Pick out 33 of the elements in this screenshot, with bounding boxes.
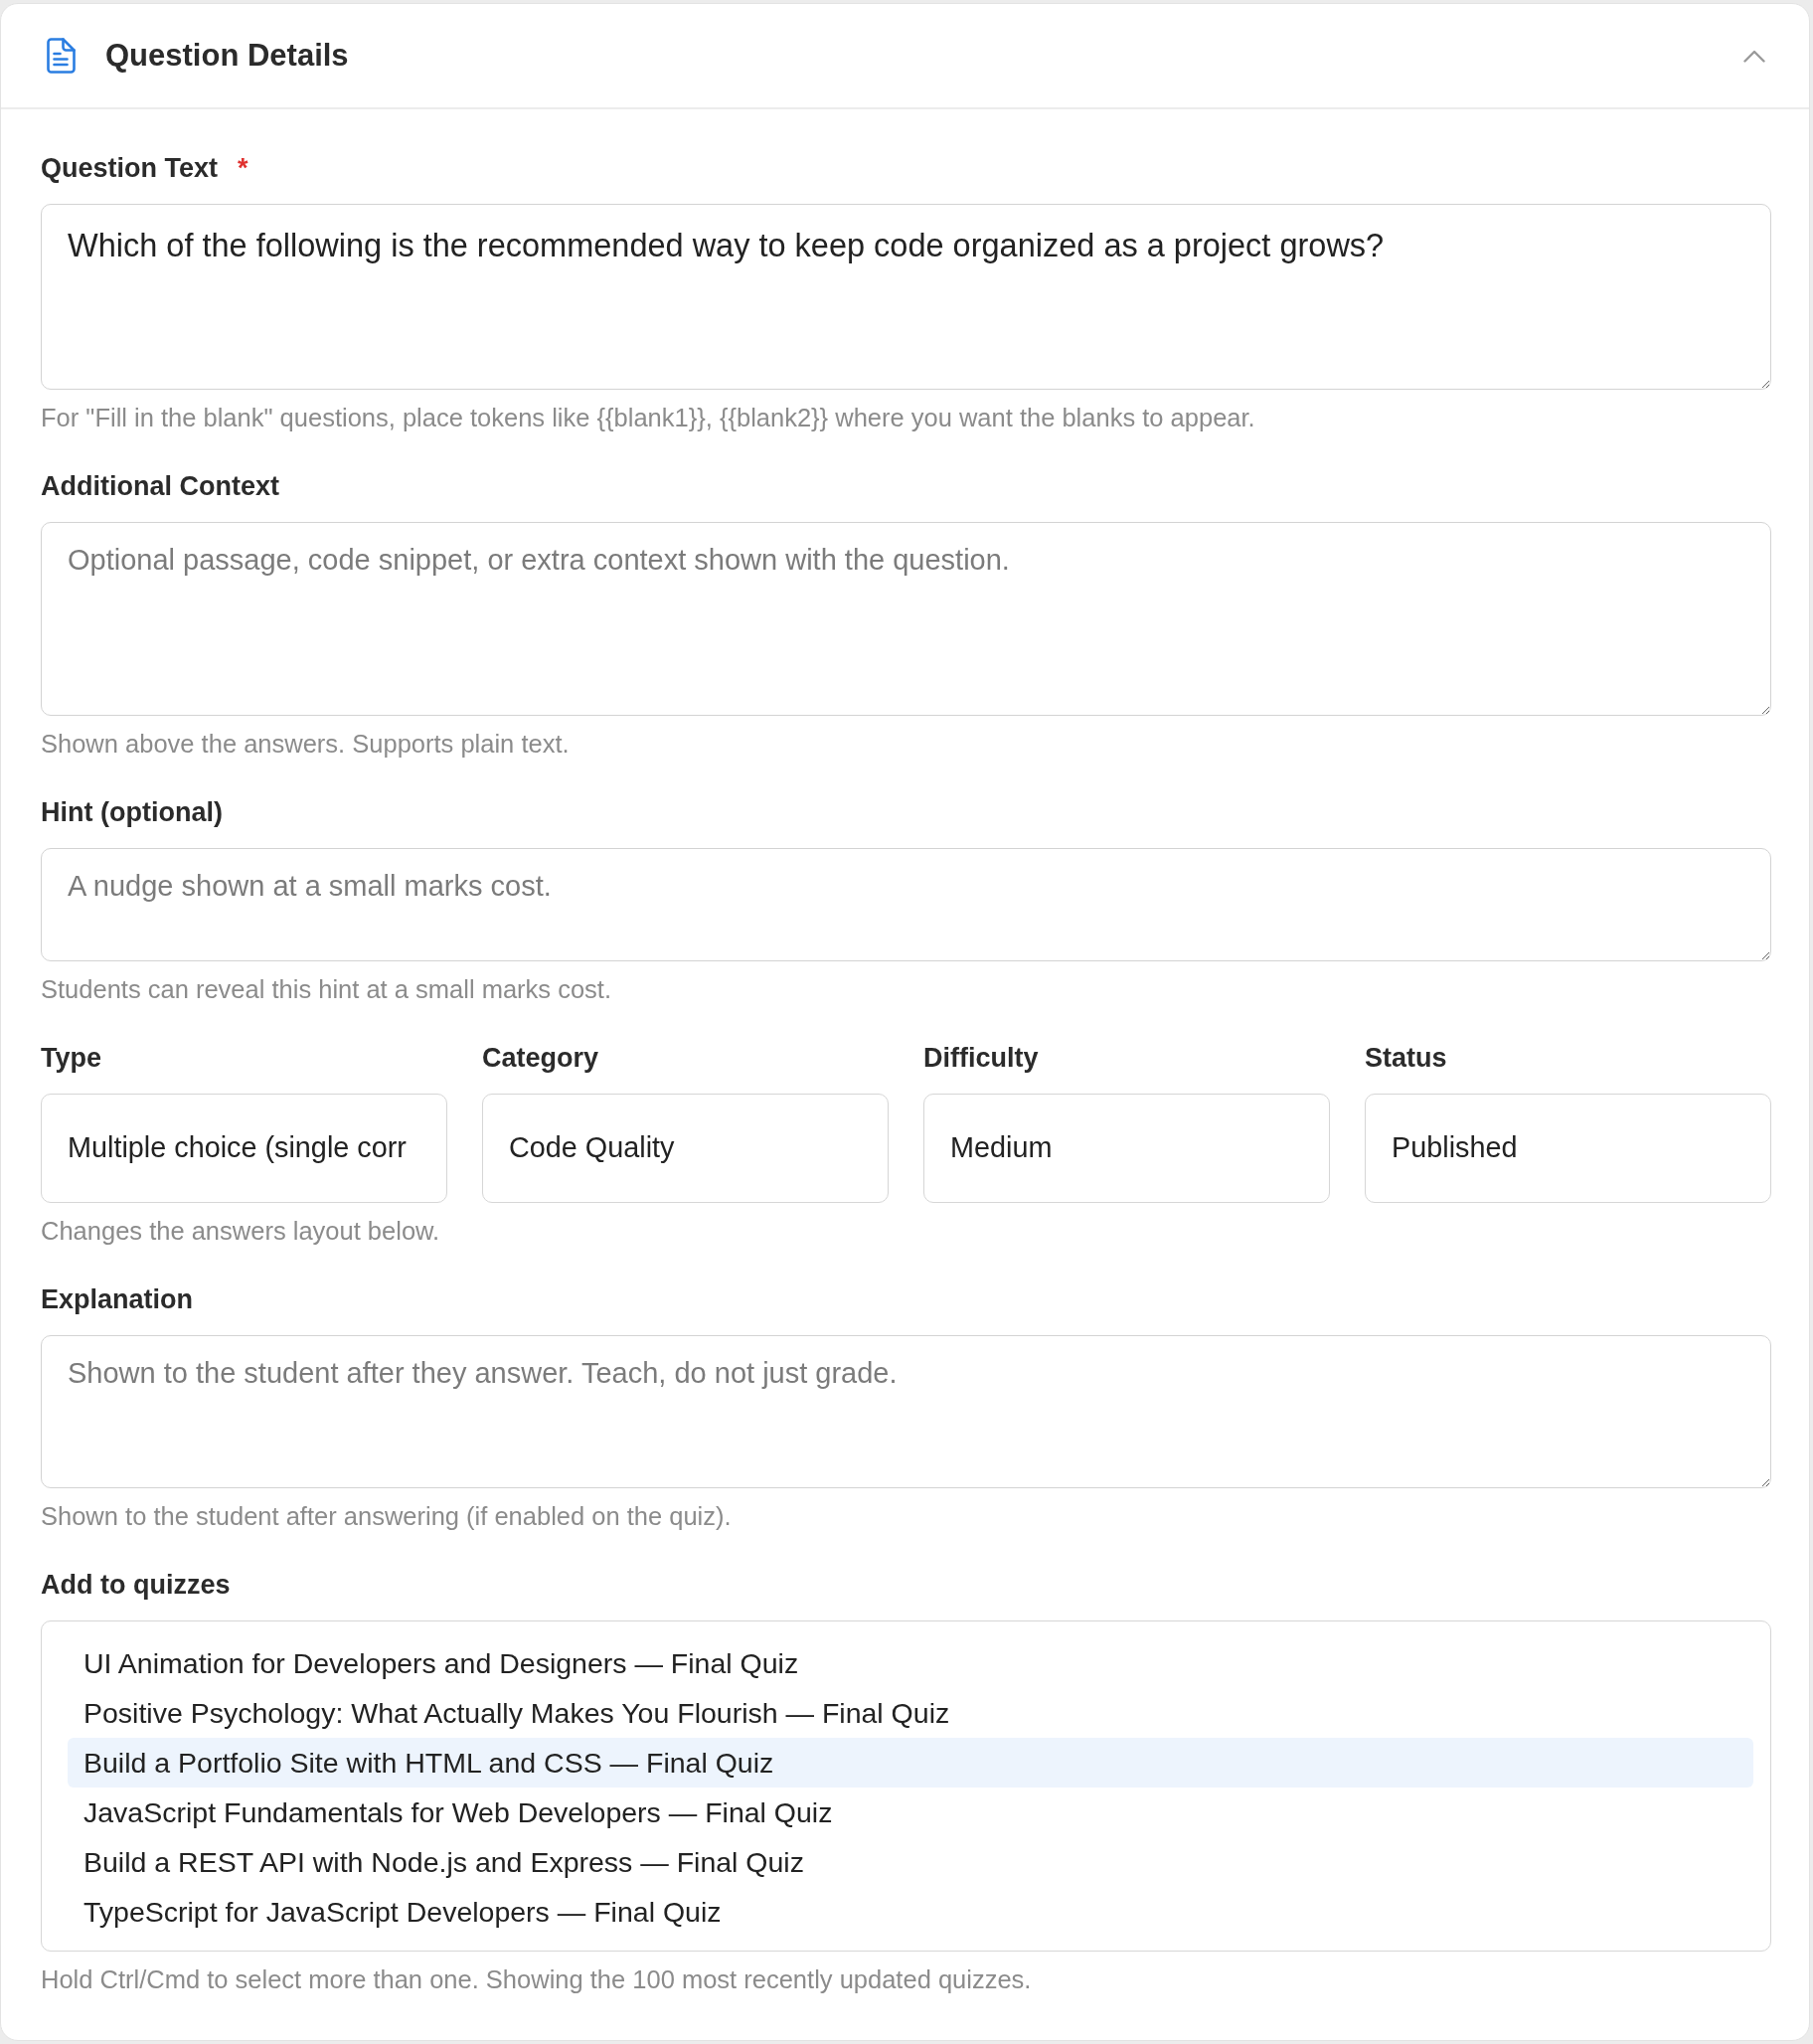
quiz-option[interactable]: UI Animation for Developers and Designers — Final Quiz: [68, 1638, 1753, 1688]
required-asterisk: *: [238, 152, 248, 184]
explanation-text-field[interactable]: Shown to the student after they answer. Teach, do not just grade.: [41, 1335, 1771, 1488]
select-field[interactable]: Multiple choice (single corr: [41, 1094, 447, 1203]
hint-text-field[interactable]: A nudge shown at a small marks cost.: [41, 848, 1771, 961]
field-label: Question Text: [41, 152, 219, 184]
field-label: Hint (optional): [41, 796, 223, 828]
question-text-field[interactable]: Which of the following is the recommended way to keep code organized as a project grows?: [41, 204, 1771, 390]
context-text-field[interactable]: Optional passage, code snippet, or extra context shown with the question.: [41, 522, 1771, 716]
select-field[interactable]: Published: [1365, 1094, 1771, 1203]
field-label: Category: [482, 1042, 599, 1074]
quiz-option[interactable]: Build a REST API with Node.js and Express — Final Quiz: [68, 1837, 1753, 1887]
quiz-option[interactable]: JavaScript Fundamentals for Web Developers — Final Quiz: [68, 1788, 1753, 1837]
select-field[interactable]: Code Quality: [482, 1094, 889, 1203]
field-label: Status: [1365, 1042, 1447, 1074]
field-label: Additional Context: [41, 470, 279, 502]
quiz-multi-select[interactable]: [41, 1620, 1771, 1952]
field-label: Explanation: [41, 1283, 194, 1315]
help-text: For "Fill in the blank" questions, place tokens like {{blank1}}, {{blank2}} where you want the blanks to appear.: [41, 403, 1256, 432]
help-text: Shown above the answers. Supports plain text.: [41, 729, 571, 759]
field-label: Add to quizzes: [41, 1569, 231, 1601]
quiz-option[interactable]: TypeScript for JavaScript Developers — Final Quiz: [68, 1887, 1753, 1937]
select-field[interactable]: Medium: [923, 1094, 1330, 1203]
field-label: Type: [41, 1042, 101, 1074]
help-text: Students can reveal this hint at a small marks cost.: [41, 974, 612, 1004]
panel-title: Question Details: [105, 37, 349, 75]
field-label: Difficulty: [923, 1042, 1039, 1074]
help-text: Changes the answers layout below.: [41, 1216, 441, 1246]
quiz-option[interactable]: Positive Psychology: What Actually Makes You Flourish — Final Quiz: [68, 1688, 1753, 1738]
quiz-option[interactable]: Build a Portfolio Site with HTML and CSS — Final Quiz: [68, 1738, 1753, 1788]
document-icon: [46, 38, 76, 74]
help-text: Hold Ctrl/Cmd to select more than one. Showing the 100 most recently updated quizzes.: [41, 1964, 1033, 1994]
help-text: Shown to the student after answering (if enabled on the quiz).: [41, 1501, 733, 1531]
